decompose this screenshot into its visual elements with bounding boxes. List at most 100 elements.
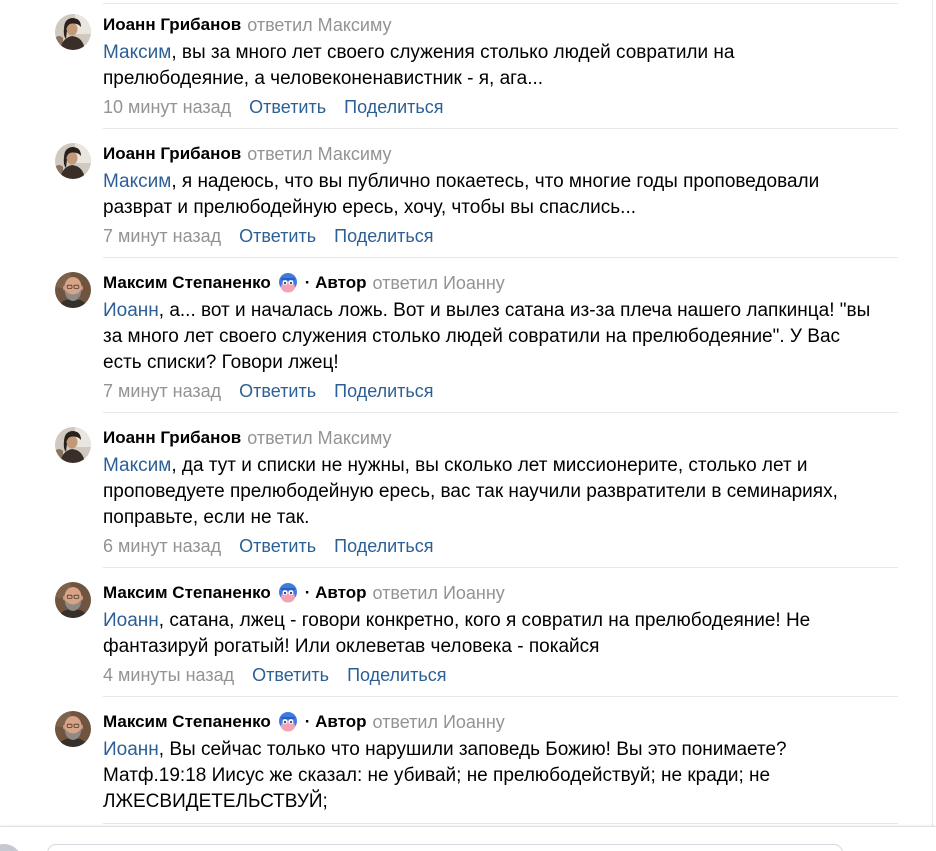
comment-composer-bar — [0, 826, 936, 851]
author-name[interactable]: Максим Степаненко — [103, 271, 271, 295]
text-line: разврат и прелюбодейную ересь, хочу, что… — [103, 197, 637, 218]
author-avatar[interactable] — [55, 427, 91, 463]
timestamp-link[interactable]: 7 минут назад — [103, 381, 221, 401]
comment-actions: 7 минут назад Ответить Поделиться — [103, 223, 898, 249]
author-name[interactable]: Иоанн Грибанов — [103, 426, 241, 450]
text-line: за много лет своего служения столько люд… — [103, 326, 841, 347]
reply-button[interactable]: Ответить — [252, 665, 329, 685]
reply-to-link[interactable]: ответил Иоанну — [373, 710, 505, 734]
comment-actions: 7 минут назад Ответить Поделиться — [103, 378, 898, 404]
post-author-label: · Автор — [304, 273, 367, 292]
comment-text: Иоанн, Вы сейчас только что нарушили зап… — [103, 737, 898, 815]
comment-text: Максим, вы за много лет своего служения … — [103, 40, 898, 92]
text-line: проповедуете прелюбодейную ересь, вас та… — [103, 481, 838, 502]
text-line: Максим, вы за много лет своего служения … — [103, 40, 898, 66]
comment-text: Максим, я надеюсь, что вы публично покае… — [103, 169, 898, 221]
comment-header: Иоанн Грибанов ответил Максиму — [103, 13, 898, 37]
comment-body: Иоанн Грибанов ответил Максиму Максим, я… — [103, 142, 898, 258]
mention-link[interactable]: Максим — [103, 171, 171, 192]
author-avatar[interactable] — [55, 711, 91, 747]
comment: Иоанн Грибанов ответил Максиму Максим, д… — [0, 413, 936, 568]
mention-link[interactable]: Иоанн — [103, 739, 159, 760]
share-button[interactable]: Поделиться — [334, 226, 433, 246]
comment-header: Иоанн Грибанов ответил Максиму — [103, 142, 898, 166]
author-avatar[interactable] — [55, 272, 91, 308]
author-name[interactable]: Максим Степаненко — [103, 710, 271, 734]
share-button[interactable]: Поделиться — [334, 381, 433, 401]
reply-button[interactable]: Ответить — [239, 226, 316, 246]
avatar-photo — [55, 582, 91, 618]
author-name[interactable]: Иоанн Грибанов — [103, 13, 241, 37]
comment-header: Максим Степаненко · Автор ответил Иоанну — [103, 710, 898, 734]
text-line: Максим, я надеюсь, что вы публично покае… — [103, 169, 898, 195]
text-segment: , вы за много лет своего служения стольк… — [171, 42, 735, 63]
reply-button[interactable]: Ответить — [249, 97, 326, 117]
text-line: Матф.19:18 Иисус же сказал: не убивай; н… — [103, 765, 771, 786]
timestamp-link[interactable]: 10 минут назад — [103, 97, 231, 117]
comment: Максим Степаненко · Автор ответил Иоанну… — [0, 258, 936, 413]
reply-to-link[interactable]: ответил Иоанну — [373, 581, 505, 605]
timestamp-link[interactable]: 7 минут назад — [103, 226, 221, 246]
post-author-label: · Автор — [304, 583, 367, 602]
avatar-photo — [55, 711, 91, 747]
text-segment: , я надеюсь, что вы публично покаетесь, … — [171, 171, 820, 192]
avatar-photo — [55, 143, 91, 179]
text-segment: , сатана, лжец - говори конкретно, кого … — [158, 610, 811, 631]
text-segment: , а... вот и началась ложь. Вот и вылез … — [158, 300, 871, 321]
comment-actions: 6 минут назад Ответить Поделиться — [103, 533, 898, 559]
timestamp-link[interactable]: 6 минут назад — [103, 536, 221, 556]
emoji-status-icon — [277, 582, 299, 604]
reply-to-link[interactable]: ответил Максиму — [247, 142, 391, 166]
comment-body: Максим Степаненко · Автор ответил Иоанну… — [103, 271, 898, 413]
text-line: есть списки? Говори лжец! — [103, 352, 339, 373]
emoji-status-icon — [277, 272, 299, 294]
comment-text: Максим, да тут и списки не нужны, вы ско… — [103, 453, 898, 531]
comment-thread: Иоанн Грибанов ответил Максиму Максим, в… — [0, 0, 936, 824]
comment-actions: 10 минут назад Ответить Поделиться — [103, 94, 898, 120]
text-line: Иоанн, сатана, лжец - говори конкретно, … — [103, 608, 898, 634]
comment-text: Иоанн, а... вот и началась ложь. Вот и в… — [103, 298, 898, 376]
mention-link[interactable]: Максим — [103, 455, 171, 476]
comment-header: Максим Степаненко · Автор ответил Иоанну — [103, 271, 898, 295]
text-line: Иоанн, Вы сейчас только что нарушили зап… — [103, 737, 898, 763]
avatar-photo — [55, 14, 91, 50]
text-segment: , Вы сейчас только что нарушили заповедь… — [158, 739, 787, 760]
avatar-photo — [55, 427, 91, 463]
share-button[interactable]: Поделиться — [347, 665, 446, 685]
comment-body: Максим Степаненко · Автор ответил Иоанну… — [103, 581, 898, 697]
mention-link[interactable]: Иоанн — [103, 300, 159, 321]
comment-actions: 4 минуты назад Ответить Поделиться — [103, 662, 898, 688]
text-segment: , да тут и списки не нужны, вы сколько л… — [171, 455, 808, 476]
comment-header: Максим Степаненко · Автор ответил Иоанну — [103, 581, 898, 605]
text-line: поправьте, если не так. — [103, 507, 310, 528]
text-line: Иоанн, а... вот и началась ложь. Вот и в… — [103, 298, 898, 324]
comments-page: Иоанн Грибанов ответил Максиму Максим, в… — [0, 0, 936, 851]
current-user-avatar — [0, 844, 22, 851]
text-line: Максим, да тут и списки не нужны, вы ско… — [103, 453, 898, 479]
reply-to-link[interactable]: ответил Максиму — [247, 13, 391, 37]
comment-body: Максим Степаненко · Автор ответил Иоанну… — [103, 710, 898, 824]
avatar-photo — [55, 272, 91, 308]
comment: Максим Степаненко · Автор ответил Иоанну… — [0, 568, 936, 697]
comment-body: Иоанн Грибанов ответил Максиму Максим, д… — [103, 426, 898, 568]
author-avatar[interactable] — [55, 582, 91, 618]
author-name[interactable]: Максим Степаненко — [103, 581, 271, 605]
reply-button[interactable]: Ответить — [239, 381, 316, 401]
timestamp-link[interactable]: 4 минуты назад — [103, 665, 234, 685]
reply-to-link[interactable]: ответил Максиму — [247, 426, 391, 450]
author-avatar[interactable] — [55, 14, 91, 50]
author-name[interactable]: Иоанн Грибанов — [103, 142, 241, 166]
comment: Иоанн Грибанов ответил Максиму Максим, в… — [0, 0, 936, 129]
comment-text: Иоанн, сатана, лжец - говори конкретно, … — [103, 608, 898, 660]
author-avatar[interactable] — [55, 143, 91, 179]
reply-to-link[interactable]: ответил Иоанну — [373, 271, 505, 295]
share-button[interactable]: Поделиться — [344, 97, 443, 117]
reply-button[interactable]: Ответить — [239, 536, 316, 556]
comment-body: Иоанн Грибанов ответил Максиму Максим, в… — [103, 13, 898, 129]
text-line: прелюбодеяние, а человеконенавистник - я… — [103, 68, 544, 89]
share-button[interactable]: Поделиться — [334, 536, 433, 556]
mention-link[interactable]: Иоанн — [103, 610, 159, 631]
comment: Иоанн Грибанов ответил Максиму Максим, я… — [0, 129, 936, 258]
comment-input[interactable] — [47, 844, 843, 851]
mention-link[interactable]: Максим — [103, 42, 171, 63]
